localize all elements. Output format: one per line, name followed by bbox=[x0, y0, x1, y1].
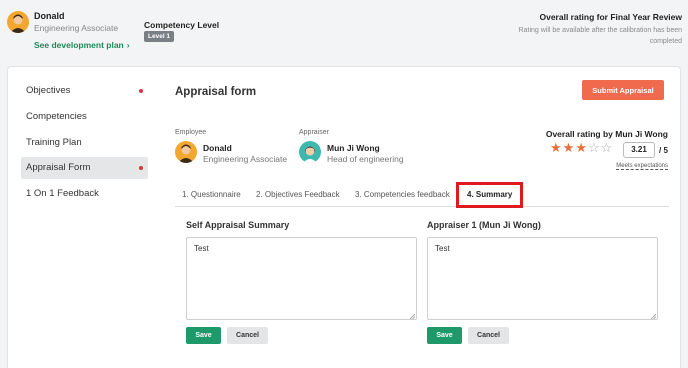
self-summary-input[interactable]: Test bbox=[186, 237, 417, 320]
appraisal-card: Objectives Competencies Training Plan Ap… bbox=[7, 66, 681, 368]
notification-dot bbox=[139, 166, 143, 170]
user-avatar bbox=[7, 11, 29, 33]
level-badge: Level 1 bbox=[144, 31, 175, 42]
user-role: Engineering Associate bbox=[34, 23, 119, 33]
rating-max: / 5 bbox=[659, 146, 668, 155]
submit-appraisal-button[interactable]: Submit Appraisal bbox=[582, 80, 664, 100]
rating-value: 3.21 bbox=[623, 142, 655, 158]
tab-questionnaire[interactable]: 1. Questionnaire bbox=[182, 190, 241, 199]
employee-avatar bbox=[175, 141, 197, 163]
tab-bar: 1. Questionnaire 2. Objectives Feedback … bbox=[175, 183, 669, 207]
self-summary-title: Self Appraisal Summary bbox=[186, 220, 290, 230]
sidebar-item-competencies[interactable]: Competencies bbox=[21, 106, 148, 128]
appraiser-name: Mun Ji Wong bbox=[327, 143, 380, 153]
self-save-button[interactable]: Save bbox=[186, 327, 221, 344]
appraiser-cancel-button[interactable]: Cancel bbox=[468, 327, 509, 344]
tab-competencies-feedback[interactable]: 3. Competencies feedback bbox=[355, 190, 450, 199]
appraiser-role: Head of engineering bbox=[327, 154, 404, 164]
self-cancel-button[interactable]: Cancel bbox=[227, 327, 268, 344]
appraiser-avatar bbox=[299, 141, 321, 163]
overall-rating-note: Rating will be available after the calib… bbox=[518, 27, 682, 45]
chevron-right-icon: › bbox=[126, 40, 130, 50]
sidebar-item-label: Objectives bbox=[26, 85, 71, 96]
appraiser-summary-input[interactable]: Test bbox=[427, 237, 658, 320]
sidebar-item-1on1-feedback[interactable]: 1 On 1 Feedback bbox=[21, 183, 148, 205]
competency-level-label: Competency Level bbox=[144, 20, 220, 30]
employee-role: Engineering Associate bbox=[203, 154, 288, 164]
user-name: Donald bbox=[34, 11, 65, 21]
employee-name: Donald bbox=[203, 143, 232, 153]
page-title: Appraisal form bbox=[175, 86, 257, 98]
notification-dot bbox=[139, 89, 143, 93]
resize-handle-icon[interactable] bbox=[650, 313, 656, 319]
tab-highlight-box bbox=[456, 182, 523, 208]
rating-title: Overall rating by Mun Ji Wong bbox=[545, 129, 668, 139]
appraiser-label: Appraiser bbox=[299, 129, 329, 136]
sidebar-item-appraisal-form[interactable]: Appraisal Form bbox=[21, 157, 148, 179]
star-icon: ★ bbox=[562, 140, 575, 155]
star-outline-icon: ☆ bbox=[600, 140, 613, 155]
sidebar-item-label: Appraisal Form bbox=[26, 162, 91, 173]
appraiser-save-button[interactable]: Save bbox=[427, 327, 462, 344]
sidebar-item-training-plan[interactable]: Training Plan bbox=[21, 132, 148, 154]
sidebar-item-label: 1 On 1 Feedback bbox=[26, 188, 99, 199]
sidebar-item-label: Training Plan bbox=[26, 137, 82, 148]
star-outline-icon: ☆ bbox=[587, 140, 600, 155]
tab-objectives-feedback[interactable]: 2. Objectives Feedback bbox=[256, 190, 340, 199]
sidebar-item-objectives[interactable]: Objectives bbox=[21, 80, 148, 102]
resize-handle-icon[interactable] bbox=[409, 313, 415, 319]
star-icon: ★ bbox=[575, 140, 587, 155]
star-icon: ★ bbox=[550, 140, 562, 155]
page-header: Donald Engineering Associate See develop… bbox=[0, 0, 688, 64]
rating-label: Meets expectations bbox=[616, 163, 668, 170]
appraiser-summary-title: Appraiser 1 (Mun Ji Wong) bbox=[427, 220, 541, 230]
sidebar-item-label: Competencies bbox=[26, 111, 87, 122]
development-plan-link[interactable]: See development plan › bbox=[34, 40, 130, 50]
overall-rating-title: Overall rating for Final Year Review bbox=[539, 12, 682, 22]
employee-label: Employee bbox=[175, 129, 207, 136]
rating-stars: ★ ★ ★ ☆ ☆ bbox=[550, 141, 612, 155]
development-plan-label: See development plan bbox=[34, 40, 124, 50]
